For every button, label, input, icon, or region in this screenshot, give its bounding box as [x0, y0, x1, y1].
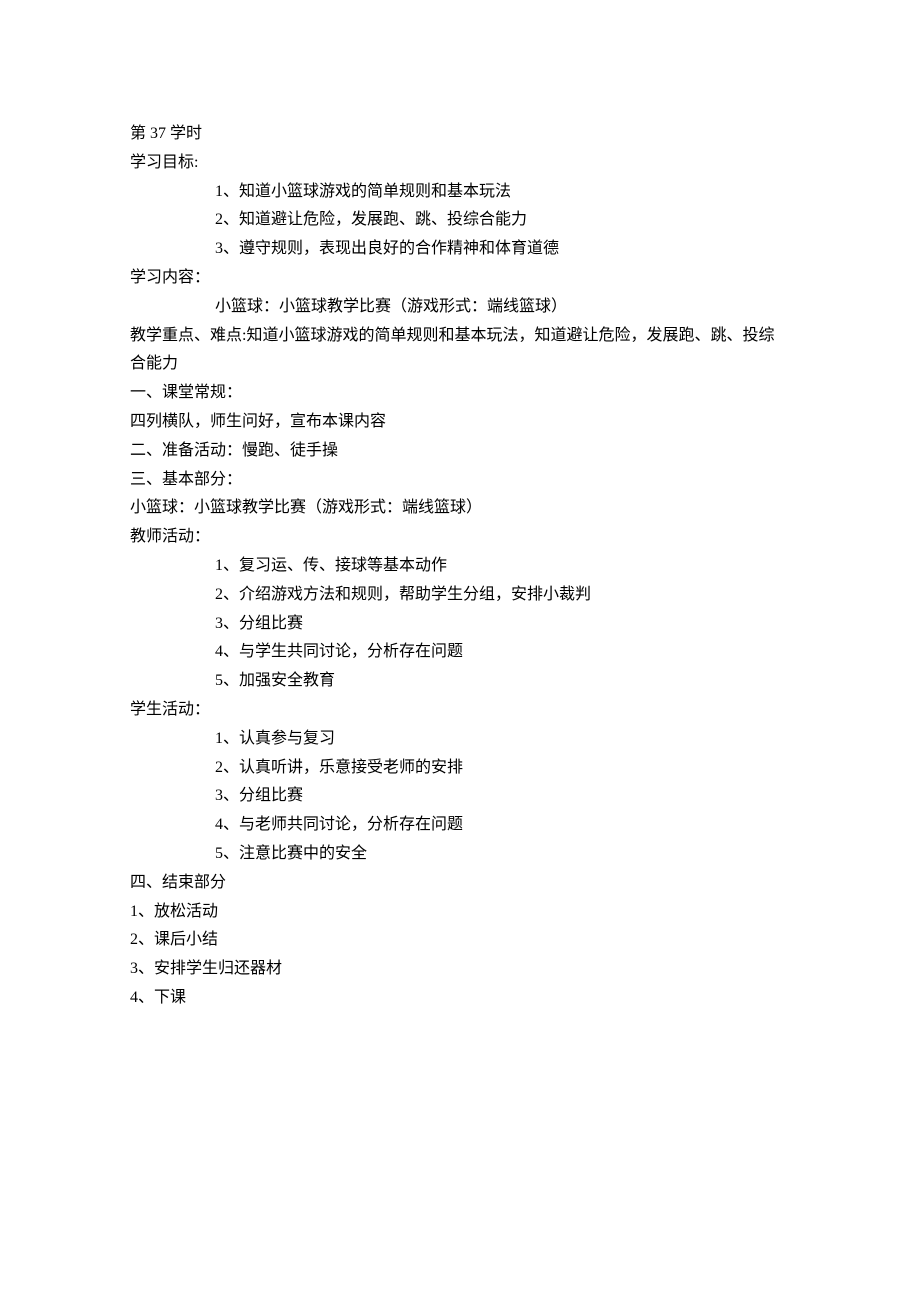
keypoints-line: 教学重点、难点:知道小篮球游戏的简单规则和基本玩法，知道避让危险，发展跑、跳、投…	[130, 322, 790, 351]
section-3-title: 三、基本部分：	[130, 466, 790, 495]
section-3-body: 小篮球：小篮球教学比赛（游戏形式：端线篮球）	[130, 494, 790, 523]
section-1-body: 四列横队，师生问好，宣布本课内容	[130, 408, 790, 437]
teacher-item: 2、介绍游戏方法和规则，帮助学生分组，安排小裁判	[130, 581, 790, 610]
section-4-item: 1、放松活动	[130, 898, 790, 927]
lesson-number: 第 37 学时	[130, 120, 790, 149]
teacher-activities-label: 教师活动：	[130, 523, 790, 552]
teacher-item: 1、复习运、传、接球等基本动作	[130, 552, 790, 581]
section-4-item: 4、下课	[130, 984, 790, 1013]
content-label: 学习内容：	[130, 264, 790, 293]
section-1-title: 一、课堂常规：	[130, 379, 790, 408]
teacher-item: 3、分组比赛	[130, 610, 790, 639]
section-2-title: 二、准备活动：慢跑、徒手操	[130, 437, 790, 466]
teacher-item: 4、与学生共同讨论，分析存在问题	[130, 638, 790, 667]
keypoints-line: 合能力	[130, 350, 790, 379]
content-text: 小篮球：小篮球教学比赛（游戏形式：端线篮球）	[130, 293, 790, 322]
student-item: 4、与老师共同讨论，分析存在问题	[130, 811, 790, 840]
section-4-item: 3、安排学生归还器材	[130, 955, 790, 984]
objective-item: 2、知道避让危险，发展跑、跳、投综合能力	[130, 206, 790, 235]
student-activities-label: 学生活动：	[130, 696, 790, 725]
student-item: 2、认真听讲，乐意接受老师的安排	[130, 754, 790, 783]
objective-item: 1、知道小篮球游戏的简单规则和基本玩法	[130, 178, 790, 207]
objective-item: 3、遵守规则，表现出良好的合作精神和体育道德	[130, 235, 790, 264]
objectives-label: 学习目标:	[130, 149, 790, 178]
student-item: 5、注意比赛中的安全	[130, 840, 790, 869]
student-item: 1、认真参与复习	[130, 725, 790, 754]
teacher-item: 5、加强安全教育	[130, 667, 790, 696]
section-4-item: 2、课后小结	[130, 926, 790, 955]
section-4-title: 四、结束部分	[130, 869, 790, 898]
student-item: 3、分组比赛	[130, 782, 790, 811]
